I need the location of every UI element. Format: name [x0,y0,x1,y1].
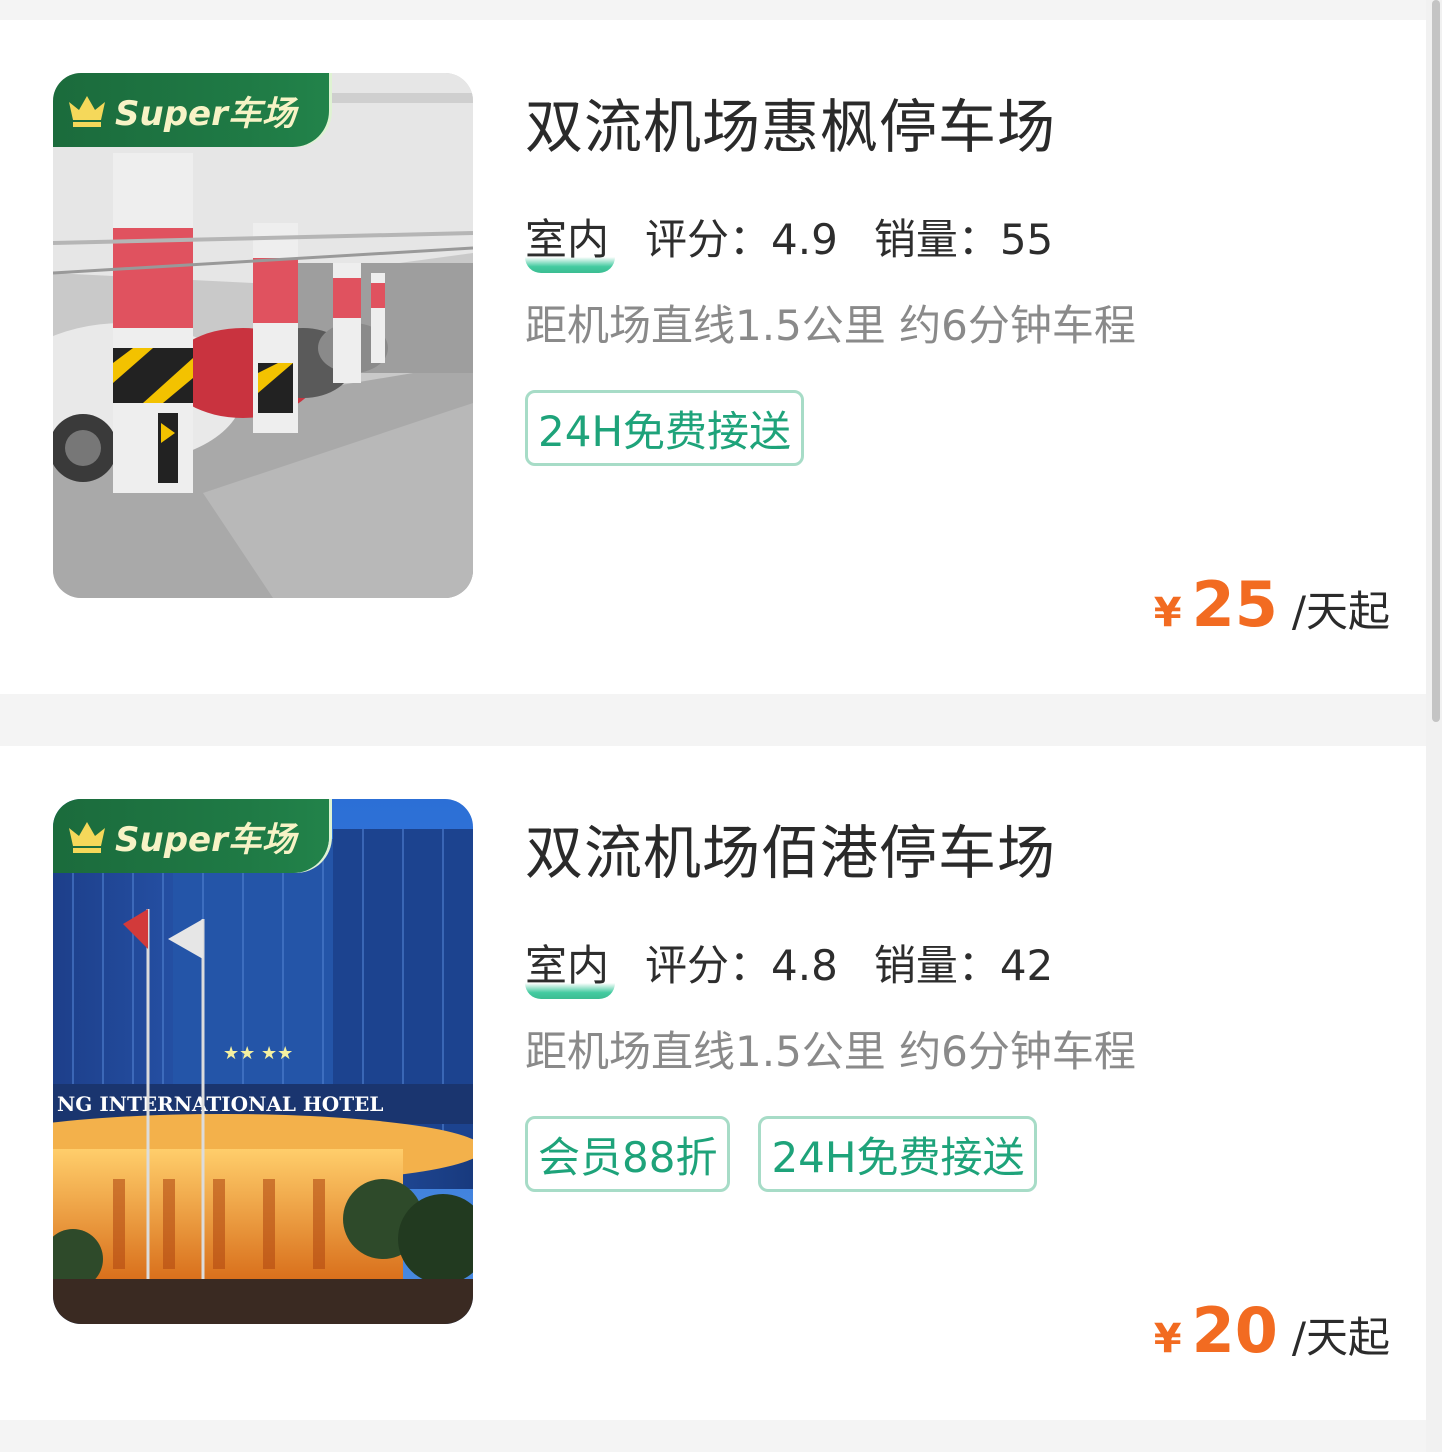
price-amount: 20 [1191,1294,1278,1367]
sales-text: 销量：55 [873,214,1054,264]
indoor-label: 室内 [525,932,615,999]
svg-text:NG INTERNATIONAL HOTEL: NG INTERNATIONAL HOTEL [57,1092,383,1116]
badge-label: Super车场 [115,819,296,860]
crown-icon [69,96,105,127]
tag-free-shuttle: 24H免费接送 [525,390,805,466]
price-unit: /天起 [1291,1313,1390,1362]
indoor-label: 室内 [525,206,615,273]
parking-photo[interactable]: NG INTERNATIONAL HOTEL ★★ ★★ Super车场 [53,799,473,1324]
scrollbar[interactable] [1426,0,1442,1452]
sales-text: 销量：42 [873,940,1054,990]
hotel-building-image: NG INTERNATIONAL HOTEL ★★ ★★ [53,799,473,1324]
tag-member-discount: 会员88折 [525,1116,731,1192]
rating-text: 评分：4.8 [645,940,838,990]
tag-list: 会员88折 24H免费接送 [525,1116,1065,1192]
svg-text:★★ ★★: ★★ ★★ [223,1043,293,1064]
distance-text: 距机场直线1.5公里 约6分钟车程 [525,301,1136,350]
price-amount: 25 [1191,568,1278,641]
parking-list: Super车场 双流机场惠枫停车场 室内 评分：4.9 销量：55 距机场直线1… [0,0,1426,1452]
crown-icon [69,822,105,853]
parking-name[interactable]: 双流机场佰港停车场 [525,806,1056,890]
tag-free-shuttle: 24H免费接送 [758,1116,1038,1192]
badge-label: Super车场 [115,93,296,134]
currency-symbol: ¥ [1153,590,1182,636]
price-unit: /天起 [1291,587,1390,636]
parking-card[interactable]: Super车场 双流机场惠枫停车场 室内 评分：4.9 销量：55 距机场直线1… [0,20,1426,694]
price: ¥ 20 /天起 [1154,1294,1390,1367]
super-badge: Super车场 [53,73,329,147]
parking-name[interactable]: 双流机场惠枫停车场 [525,80,1056,164]
parking-garage-image [53,73,473,598]
price: ¥ 25 /天起 [1154,568,1390,641]
parking-meta: 室内 评分：4.9 销量：55 [525,206,1054,273]
parking-meta: 室内 评分：4.8 销量：42 [525,932,1054,999]
super-badge: Super车场 [53,799,329,873]
currency-symbol: ¥ [1153,1316,1182,1362]
scrollbar-thumb[interactable] [1432,0,1440,722]
parking-card[interactable]: NG INTERNATIONAL HOTEL ★★ ★★ Super车场 双流机… [0,746,1426,1420]
parking-photo[interactable]: Super车场 [53,73,473,598]
tag-list: 24H免费接送 [525,390,832,466]
rating-text: 评分：4.9 [645,214,838,264]
distance-text: 距机场直线1.5公里 约6分钟车程 [525,1027,1136,1076]
